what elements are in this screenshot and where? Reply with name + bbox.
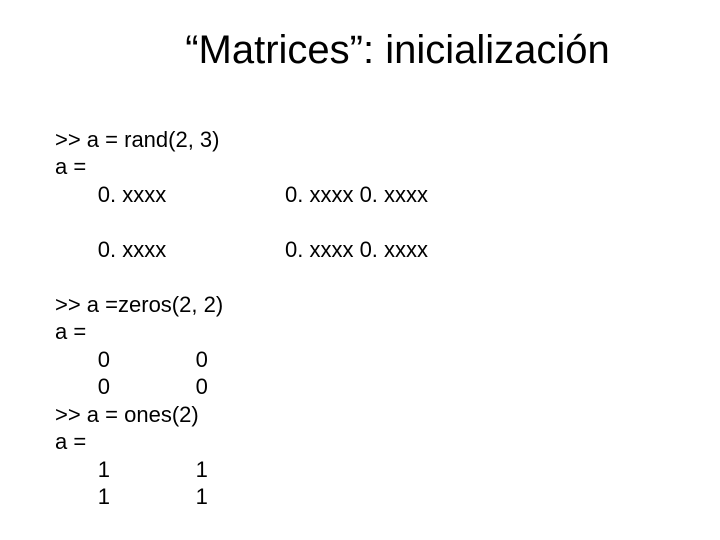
code-cell: 0. xxxx <box>55 181 285 209</box>
code-line: 0 0 <box>55 374 208 399</box>
code-line: >> a = ones(2) <box>55 402 199 427</box>
code-line: a = <box>55 319 86 344</box>
code-line: 0 0 <box>55 347 208 372</box>
code-line: a = <box>55 429 86 454</box>
code-line: >> a = rand(2, 3) <box>55 127 220 152</box>
code-line: 1 1 <box>55 457 208 482</box>
code-block: >> a = rand(2, 3) a = 0. xxxx0. xxxx 0. … <box>55 98 680 511</box>
slide-title: “Matrices”: inicialización <box>115 28 680 73</box>
code-cell: 0. xxxx 0. xxxx <box>285 181 428 209</box>
code-line: 1 1 <box>55 484 208 509</box>
code-line: a = <box>55 154 86 179</box>
code-cell: 0. xxxx <box>55 236 285 264</box>
code-line: >> a =zeros(2, 2) <box>55 292 223 317</box>
code-cell: 0. xxxx 0. xxxx <box>285 236 428 264</box>
